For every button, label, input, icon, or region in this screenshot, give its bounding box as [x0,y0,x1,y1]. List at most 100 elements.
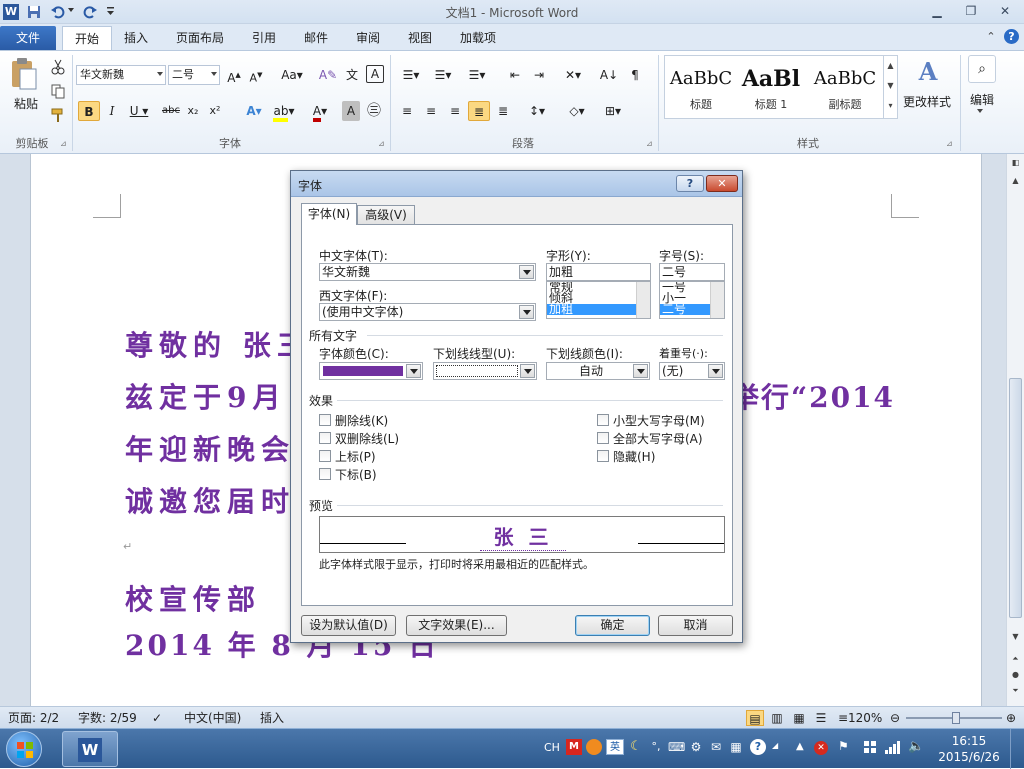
ime-punctuation-icon[interactable]: °, [648,739,664,755]
shading-icon[interactable]: ◇▾ [562,101,592,121]
chinese-layout-icon[interactable]: ✕▾ [558,65,588,85]
status-words[interactable]: 字数: 2/59 [78,710,137,726]
styles-launcher-icon[interactable]: ⊿ [946,139,954,148]
chevron-down-icon[interactable] [406,364,421,378]
ok-button[interactable]: 确定 [575,615,650,636]
set-default-button[interactable]: 设为默认值(D) [301,615,396,636]
soft-keyboard-icon[interactable]: ⌨ [668,739,685,755]
underline-color-combo[interactable]: 自动 [546,362,650,380]
character-border-icon[interactable]: A [366,65,384,83]
chevron-down-icon[interactable] [633,364,648,378]
dialog-close-button[interactable]: ✕ [706,175,738,192]
full-screen-view-icon[interactable]: ▥ [768,710,786,726]
subscript-button[interactable]: x₂ [184,101,202,121]
subscript-checkbox[interactable] [319,468,331,480]
close-button[interactable]: ✕ [994,3,1016,19]
clock-time[interactable]: 16:15 [934,734,1004,748]
bold-button[interactable]: B [78,101,100,121]
scroll-down-icon[interactable]: ▼ [1010,632,1021,642]
font-size-input[interactable]: 二号 [659,263,725,281]
status-language[interactable]: 中文(中国) [184,710,241,726]
align-right-icon[interactable]: ≡ [444,101,466,121]
ime-logo-icon[interactable]: M [566,739,582,755]
print-layout-view-icon[interactable]: ▤ [746,710,764,726]
font-style-list[interactable]: 常规 倾斜 加粗 [546,281,651,319]
ime-settings-icon[interactable]: ✉ [708,739,724,755]
zoom-in-icon[interactable]: ⊕ [1004,710,1018,726]
font-size-combo[interactable]: 二号 [168,65,220,85]
security-icon[interactable]: ✕ [814,741,828,755]
style-subtitle[interactable]: AaBbC 副标题 [811,62,879,118]
font-color-combo[interactable] [319,362,423,380]
style-title[interactable]: AaBbC 标题 [667,62,735,118]
start-button[interactable] [6,731,42,767]
italic-button[interactable]: I [102,101,122,121]
tab-home[interactable]: 开始 [62,26,113,51]
vertical-scrollbar[interactable]: ◧ ▲ ▼ ⏶ ● ⏷ [1006,154,1024,706]
double-strikethrough-checkbox[interactable] [319,432,331,444]
hidden-checkbox[interactable] [597,450,609,462]
tab-mailings[interactable]: 邮件 [292,26,340,50]
chevron-down-icon[interactable] [708,364,723,378]
format-painter-icon[interactable] [50,107,66,123]
chevron-down-icon[interactable] [519,265,534,279]
tab-addins[interactable]: 加载项 [448,26,508,50]
style-heading1[interactable]: AaBl 标题 1 [737,62,805,118]
font-color-icon[interactable]: A▾ [306,101,334,122]
windows-flag-icon[interactable] [862,739,878,755]
tab-view[interactable]: 视图 [396,26,444,50]
tab-page-layout[interactable]: 页面布局 [164,26,236,50]
ime-english-icon[interactable]: 英 [606,739,624,755]
tab-font[interactable]: 字体(N) [301,203,357,225]
line-spacing-icon[interactable]: ↕▾ [522,101,552,121]
dialog-help-button[interactable]: ? [676,175,704,192]
grow-font-icon[interactable]: A▲ [224,65,244,85]
find-icon[interactable]: ⌕ [968,55,996,83]
copy-icon[interactable] [50,83,66,99]
ime-menu-icon[interactable]: ▦ [728,739,744,755]
list-item-selected[interactable]: 加粗 [547,303,650,315]
cut-icon[interactable] [50,59,66,75]
ime-halfwidth-icon[interactable]: ☾ [628,739,644,755]
superscript-button[interactable]: x² [206,101,224,121]
web-layout-view-icon[interactable]: ▦ [790,710,808,726]
underline-type-combo[interactable] [433,362,537,380]
bullets-icon[interactable]: ☰▾ [396,65,426,85]
tab-file[interactable]: 文件 [0,26,56,50]
ime-indicator[interactable]: CH [544,741,560,754]
character-shading-icon[interactable]: A [342,101,360,121]
show-desktop-button[interactable] [1010,729,1024,769]
show-marks-icon[interactable]: ¶ [624,65,646,85]
borders-icon[interactable]: ⊞▾ [598,101,628,121]
volume-icon[interactable]: 🔈 [908,739,924,755]
align-left-icon[interactable]: ≡ [396,101,418,121]
font-launcher-icon[interactable]: ⊿ [378,139,386,148]
maximize-button[interactable]: ❐ [960,3,982,19]
emphasis-combo[interactable]: (无) [659,362,725,380]
tab-insert[interactable]: 插入 [112,26,160,50]
action-center-icon[interactable]: ⚑ [838,739,854,755]
font-name-combo[interactable]: 华文新魏 [76,65,166,85]
tab-references[interactable]: 引用 [240,26,288,50]
tab-review[interactable]: 审阅 [344,26,392,50]
small-caps-checkbox[interactable] [597,414,609,426]
collapse-ribbon-icon[interactable]: ⌃ [984,30,998,44]
status-mode[interactable]: 插入 [260,710,284,726]
editing-dropdown-icon[interactable] [977,109,983,113]
outline-view-icon[interactable]: ☰ [812,710,830,726]
chinese-font-combo[interactable]: 华文新魏 [319,263,536,281]
chevron-down-icon[interactable] [519,305,534,319]
dialog-title-bar[interactable]: 字体 ? ✕ [291,171,742,197]
editing-button[interactable]: 编辑 [962,91,1002,108]
phonetic-guide-icon[interactable]: 文 [342,65,362,85]
ime-help-icon[interactable]: ? [750,739,766,755]
change-styles-button[interactable]: 更改样式 [900,93,954,110]
network-icon[interactable] [884,739,902,755]
change-styles-icon[interactable]: A [908,57,948,87]
paragraph-launcher-icon[interactable]: ⊿ [646,139,654,148]
scroll-thumb[interactable] [1009,378,1022,618]
strikethrough-button[interactable]: abc [160,101,182,121]
zoom-level[interactable]: 120% [848,710,882,726]
change-case-icon[interactable]: Aa▾ [278,65,306,85]
zoom-slider-thumb[interactable] [952,712,960,724]
